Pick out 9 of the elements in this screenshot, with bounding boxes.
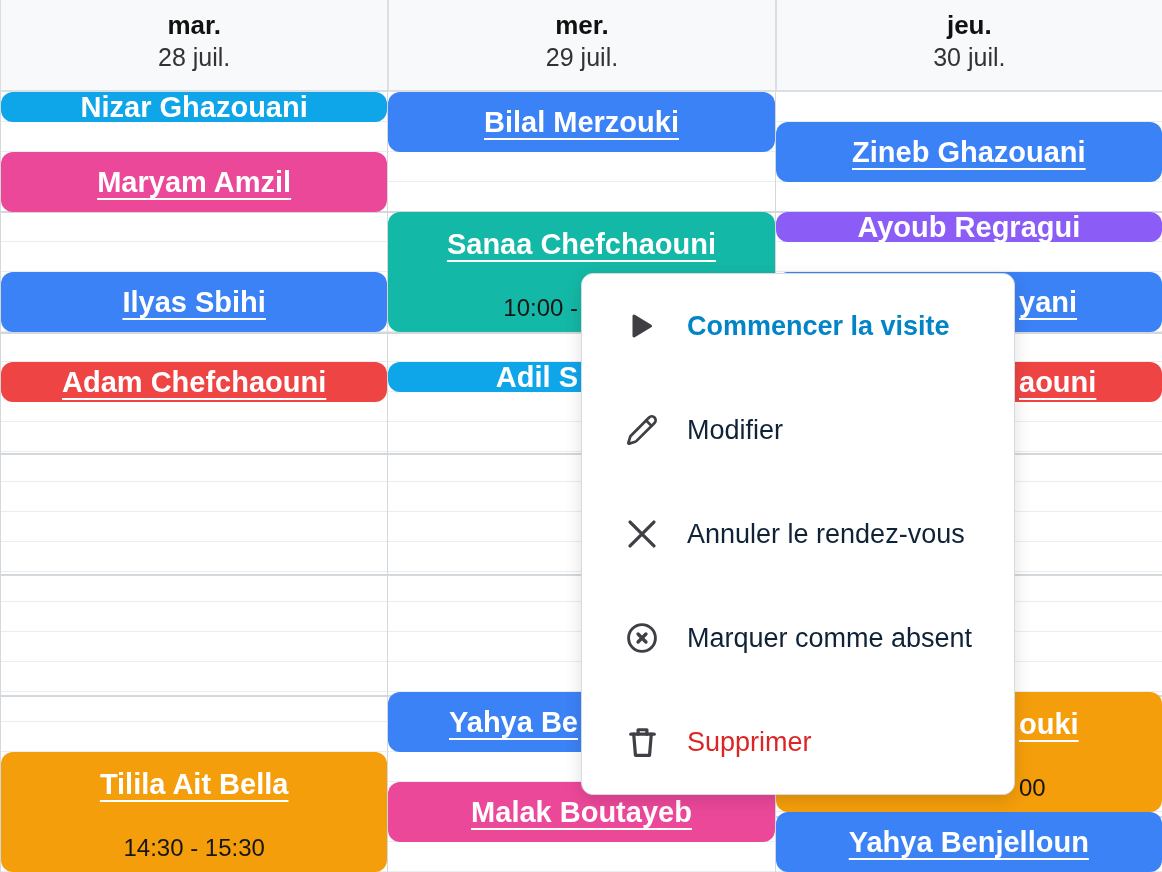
date-label: 30 juil. (933, 42, 1006, 72)
appointment-time: 00 (1019, 774, 1046, 802)
date-label: 29 juil. (545, 42, 619, 72)
appointment-time: 10:00 - (503, 294, 578, 322)
weekday-label: mer. (555, 10, 609, 40)
appointment-time: 14:30 - 15:30 (123, 834, 265, 862)
weekday-label: jeu. (946, 10, 992, 40)
date-label: 28 juil. (158, 42, 231, 72)
weekday-label: mar. (167, 10, 221, 40)
